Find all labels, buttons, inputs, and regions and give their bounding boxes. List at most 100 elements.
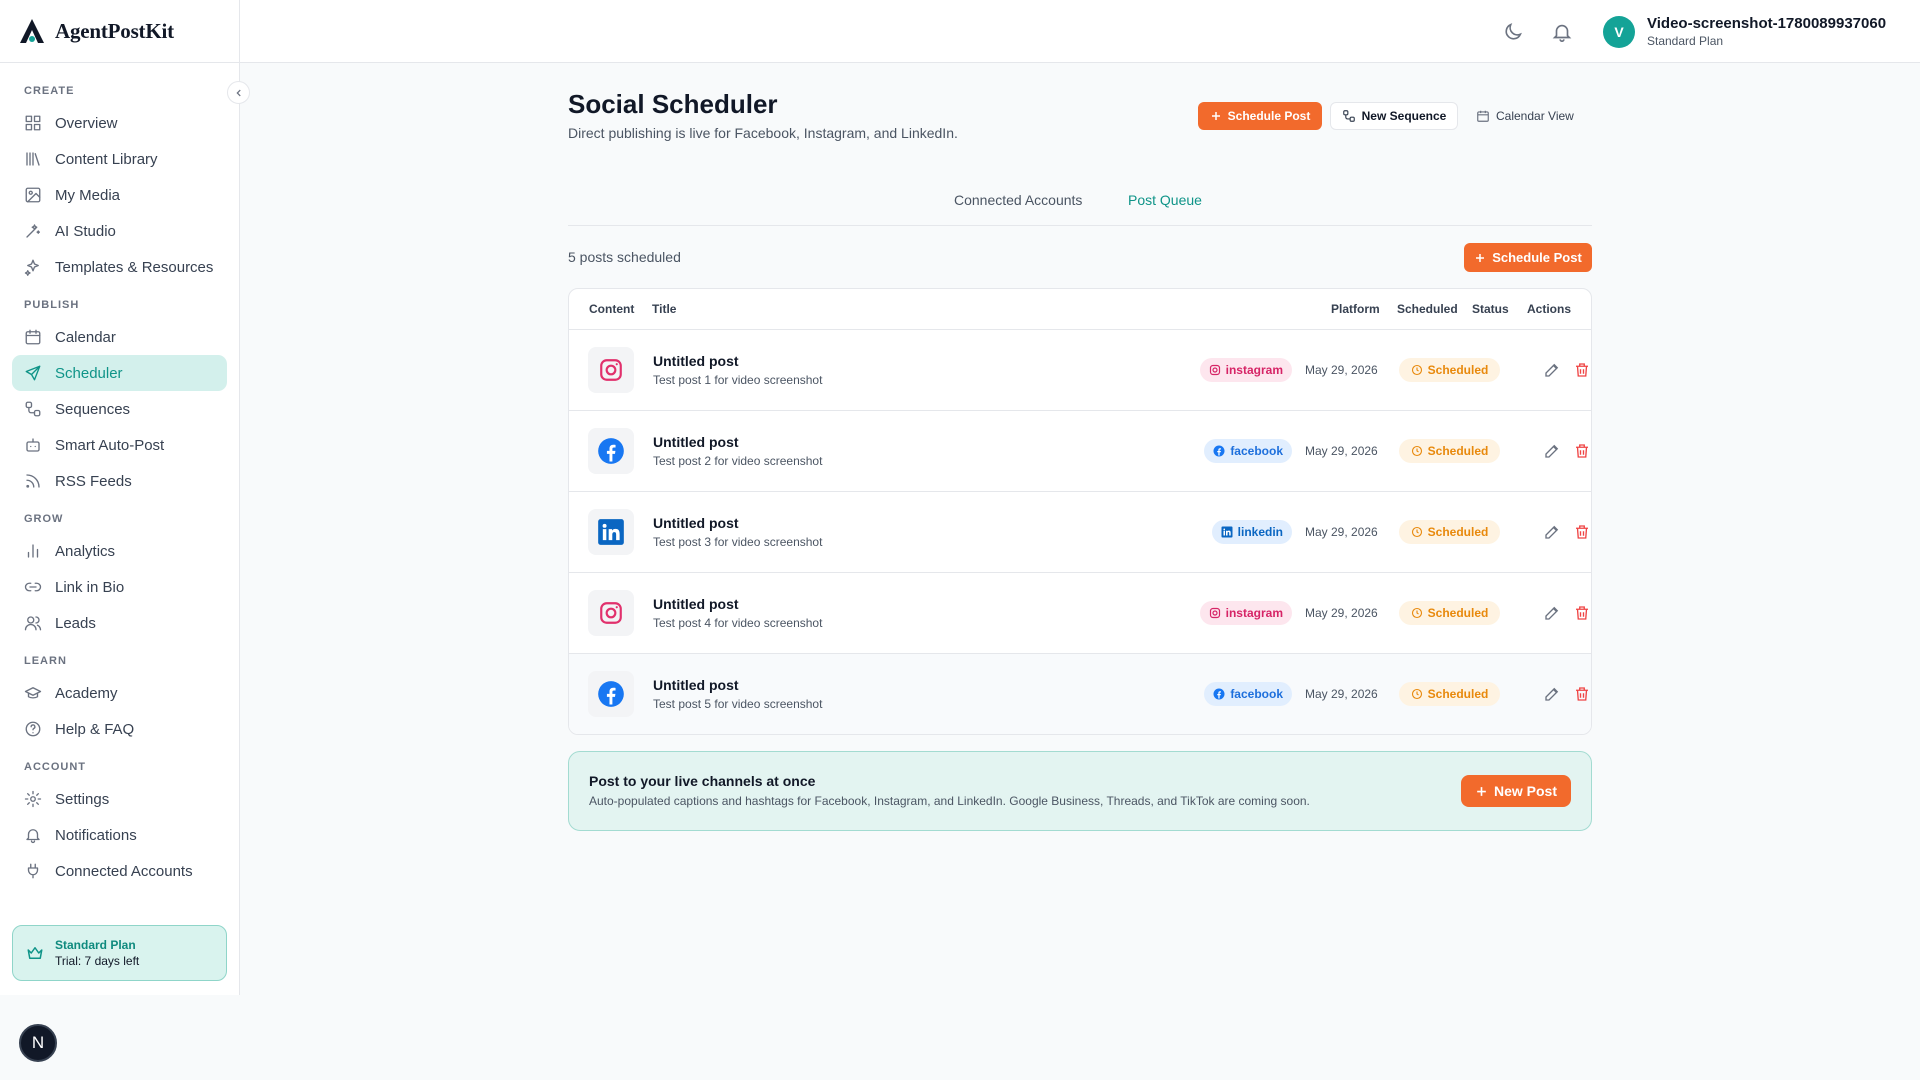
post-title: Untitled post bbox=[653, 353, 739, 369]
instagram-icon bbox=[600, 602, 622, 624]
sidebar-item-my-media[interactable]: My Media bbox=[12, 177, 227, 213]
sidebar-item-leads[interactable]: Leads bbox=[12, 605, 227, 641]
sidebar-item-academy[interactable]: Academy bbox=[12, 675, 227, 711]
plus-icon bbox=[1477, 786, 1486, 796]
new-sequence-button[interactable]: New Sequence bbox=[1330, 102, 1458, 130]
delete-icon[interactable] bbox=[1573, 604, 1591, 622]
sidebar-item-notifications[interactable]: Notifications bbox=[12, 817, 227, 853]
sidebar-item-settings[interactable]: Settings bbox=[12, 781, 227, 817]
sidebar-item-templates-resources[interactable]: Templates & Resources bbox=[12, 249, 227, 285]
sidebar-item-content-library[interactable]: Content Library bbox=[12, 141, 227, 177]
chevron-left-icon bbox=[235, 89, 241, 96]
calendar-view-button[interactable]: Calendar View bbox=[1476, 102, 1582, 130]
delete-icon[interactable] bbox=[1573, 523, 1591, 541]
content-thumbnail bbox=[588, 590, 634, 636]
delete-icon[interactable] bbox=[1573, 442, 1591, 460]
queue-schedule-post-button[interactable]: Schedule Post bbox=[1464, 243, 1592, 272]
sidebar-item-smart-auto-post[interactable]: Smart Auto-Post bbox=[12, 427, 227, 463]
sidebar-item-label: Overview bbox=[55, 114, 118, 132]
status-badge: Scheduled bbox=[1399, 682, 1500, 706]
platform-name: facebook bbox=[1230, 687, 1283, 701]
tab-connected-accounts[interactable]: Connected Accounts bbox=[954, 192, 1082, 208]
column-header-title: Title bbox=[652, 302, 677, 316]
bell-icon[interactable] bbox=[1551, 21, 1573, 43]
sidebar-item-label: Smart Auto-Post bbox=[55, 436, 165, 454]
sidebar-item-rss-feeds[interactable]: RSS Feeds bbox=[12, 463, 227, 499]
plug-icon bbox=[27, 863, 39, 879]
collapse-sidebar-button[interactable] bbox=[227, 81, 250, 104]
scheduled-date: May 29, 2026 bbox=[1305, 525, 1378, 539]
nav-section-publish: PUBLISH bbox=[24, 299, 80, 311]
new-post-button[interactable]: New Post bbox=[1461, 775, 1571, 807]
sidebar-item-label: Leads bbox=[55, 614, 96, 632]
plan-trial-text: Trial: 7 days left bbox=[55, 954, 140, 968]
sidebar-item-analytics[interactable]: Analytics bbox=[12, 533, 227, 569]
instagram-icon bbox=[1209, 364, 1220, 376]
new-sequence-label: New Sequence bbox=[1361, 109, 1447, 123]
table-row[interactable]: Untitled post Test post 3 for video scree… bbox=[569, 492, 1591, 573]
status-text: Scheduled bbox=[1427, 444, 1489, 458]
facebook-icon bbox=[598, 438, 624, 464]
new-post-label: New Post bbox=[1493, 783, 1557, 799]
tab-post-queue[interactable]: Post Queue bbox=[1128, 192, 1202, 208]
clock-icon bbox=[1411, 526, 1422, 538]
post-description: Test post 1 for video screenshot bbox=[653, 373, 823, 387]
status-text: Scheduled bbox=[1427, 606, 1489, 620]
sidebar-item-overview[interactable]: Overview bbox=[12, 105, 227, 141]
user-name[interactable]: Video-screenshot-1780089937060 bbox=[1647, 15, 1886, 32]
promo-banner: Post to your live channels at once Auto-… bbox=[568, 751, 1592, 831]
sidebar-item-connected-accounts[interactable]: Connected Accounts bbox=[12, 853, 227, 889]
gear-icon bbox=[24, 790, 42, 808]
facebook-icon bbox=[598, 681, 624, 707]
brand[interactable]: AgentPostKit bbox=[0, 0, 239, 63]
plan-card[interactable]: Standard Plan Trial: 7 days left bbox=[12, 925, 227, 981]
delete-icon[interactable] bbox=[1573, 685, 1591, 703]
table-row[interactable]: Untitled post Test post 5 for video scree… bbox=[569, 654, 1591, 734]
sidebar-item-calendar[interactable]: Calendar bbox=[12, 319, 227, 355]
dev-tools-badge[interactable]: N bbox=[19, 1024, 57, 1062]
platform-name: facebook bbox=[1230, 444, 1283, 458]
edit-icon[interactable] bbox=[1543, 361, 1561, 379]
link-icon bbox=[24, 582, 42, 592]
scheduled-date: May 29, 2026 bbox=[1305, 606, 1378, 620]
linkedin-icon bbox=[1221, 526, 1233, 538]
scheduled-date: May 29, 2026 bbox=[1305, 363, 1378, 377]
table-row[interactable]: Untitled post Test post 2 for video scree… bbox=[569, 411, 1591, 492]
user-plan: Standard Plan bbox=[1647, 34, 1724, 48]
edit-icon[interactable] bbox=[1543, 685, 1561, 703]
sidebar-item-label: Connected Accounts bbox=[55, 862, 193, 880]
sidebar-item-help-faq[interactable]: Help & FAQ bbox=[12, 711, 227, 747]
posts-count: 5 posts scheduled bbox=[568, 249, 681, 265]
nav-section-create: CREATE bbox=[24, 85, 75, 97]
avatar-initial: V bbox=[1614, 24, 1624, 40]
users-icon bbox=[24, 616, 42, 631]
sidebar-item-label: AI Studio bbox=[55, 222, 116, 240]
post-title: Untitled post bbox=[653, 434, 739, 450]
table-row[interactable]: Untitled post Test post 4 for video scree… bbox=[569, 573, 1591, 654]
sidebar: AgentPostKit CREATE Overview Content Libra… bbox=[0, 0, 240, 995]
sidebar-item-sequences[interactable]: Sequences bbox=[12, 391, 227, 427]
edit-icon[interactable] bbox=[1543, 523, 1561, 541]
sidebar-item-label: Link in Bio bbox=[55, 578, 125, 596]
sidebar-item-label: Calendar bbox=[55, 328, 116, 346]
sidebar-item-link-in-bio[interactable]: Link in Bio bbox=[12, 569, 227, 605]
table-row[interactable]: Untitled post Test post 1 for video scree… bbox=[569, 330, 1591, 411]
plus-icon bbox=[1211, 112, 1220, 120]
status-badge: Scheduled bbox=[1399, 358, 1500, 382]
edit-icon[interactable] bbox=[1543, 442, 1561, 460]
moon-icon[interactable] bbox=[1502, 21, 1524, 43]
avatar[interactable]: V bbox=[1603, 16, 1635, 48]
sidebar-item-scheduler[interactable]: Scheduler bbox=[12, 355, 227, 391]
schedule-post-button[interactable]: Schedule Post bbox=[1198, 102, 1322, 130]
instagram-icon bbox=[600, 359, 622, 381]
scheduled-date: May 29, 2026 bbox=[1305, 687, 1378, 701]
plan-title: Standard Plan bbox=[55, 938, 136, 952]
delete-icon[interactable] bbox=[1573, 361, 1591, 379]
edit-icon[interactable] bbox=[1543, 604, 1561, 622]
sidebar-item-label: Academy bbox=[55, 684, 118, 702]
help-circle-icon bbox=[25, 721, 41, 737]
sidebar-item-ai-studio[interactable]: AI Studio bbox=[12, 213, 227, 249]
sidebar-item-label: Help & FAQ bbox=[55, 720, 135, 738]
dev-badge-letter: N bbox=[31, 1033, 45, 1052]
post-title: Untitled post bbox=[653, 677, 739, 693]
